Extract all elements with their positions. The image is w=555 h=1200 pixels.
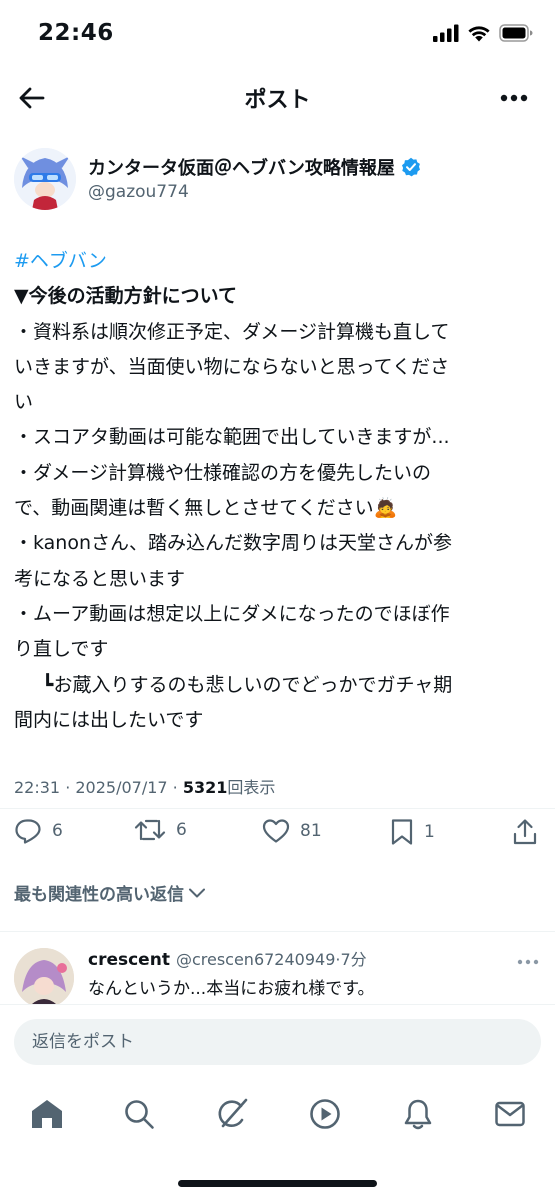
author-name-row: カンタータ仮面＠ヘブバン攻略情報屋 bbox=[88, 154, 421, 180]
bookmark-icon bbox=[391, 819, 413, 845]
nav-bar: ポスト bbox=[0, 70, 555, 126]
notifications-icon bbox=[404, 1099, 432, 1130]
video-icon bbox=[310, 1099, 340, 1129]
reply-sort-dropdown[interactable]: 最も関連性の高い返信 bbox=[14, 880, 206, 905]
reply-header: crescent @crescen67240949 ·7分 bbox=[88, 946, 367, 970]
avatar-image bbox=[14, 148, 76, 210]
post-author: カンタータ仮面＠ヘブバン攻略情報屋 @gazou774 bbox=[14, 148, 541, 212]
post-line: ・ムーア動画は想定以上にダメになったのでほぼ作 bbox=[14, 602, 450, 625]
grok-icon bbox=[218, 1098, 248, 1128]
home-indicator bbox=[178, 1180, 377, 1187]
post-meta: 22:31 · 2025/07/17 · 5321回表示 bbox=[14, 774, 275, 798]
reply-more-button[interactable] bbox=[517, 950, 539, 969]
tab-notifications[interactable] bbox=[398, 1094, 438, 1134]
share-icon bbox=[513, 819, 537, 845]
post-line: で、動画関連は暫く無しとさせてください🙇 bbox=[14, 497, 398, 520]
post-text: #ヘブバン ▼今後の活動方針について ・資料系は順次修正予定、ダメージ計算機も直… bbox=[14, 244, 544, 738]
tab-grok[interactable] bbox=[212, 1094, 252, 1134]
reply-compose-bar: 返信をポスト bbox=[0, 1004, 555, 1076]
reply-count: 6 bbox=[52, 821, 63, 841]
views-count: 5321 bbox=[182, 778, 228, 797]
reply-avatar-image bbox=[14, 948, 74, 1004]
repost-button[interactable]: 6 bbox=[134, 818, 187, 842]
page-title: ポスト bbox=[244, 88, 311, 113]
reply-author-name[interactable]: crescent bbox=[88, 950, 170, 970]
post-line: ・kanonさん、踏み込んだ数字周りは天堂さんが参 bbox=[14, 532, 453, 555]
post-line: ・資料系は順次修正予定、ダメージ計算機も直して bbox=[14, 320, 450, 343]
avatar[interactable] bbox=[14, 148, 76, 210]
reply-time: ·7分 bbox=[335, 950, 367, 969]
tab-video[interactable] bbox=[305, 1094, 345, 1134]
post-timestamp[interactable]: 22:31 · 2025/07/17 · bbox=[14, 778, 183, 797]
post-line: ・スコアタ動画は可能な範囲で出していきますが... bbox=[14, 426, 450, 449]
avatar[interactable] bbox=[14, 948, 74, 1004]
reply-sort-label: 最も関連性の高い返信 bbox=[14, 885, 184, 905]
more-horizontal-icon bbox=[500, 94, 528, 102]
status-bar: 22:46 bbox=[0, 0, 555, 70]
reply-text: なんというか...本当にお疲れ様です。 bbox=[88, 979, 375, 999]
status-time: 22:46 bbox=[38, 20, 114, 46]
post-line: 考になると思います bbox=[14, 567, 186, 590]
bottom-tab-bar bbox=[0, 1076, 555, 1200]
repost-count: 6 bbox=[176, 820, 187, 840]
like-button[interactable]: 81 bbox=[262, 818, 322, 844]
reply-author-handle[interactable]: @crescen67240949 bbox=[176, 950, 335, 969]
post-line: り直しです bbox=[14, 638, 109, 661]
post-actions: 6 6 81 1 bbox=[0, 818, 555, 858]
repost-icon bbox=[134, 819, 166, 841]
post-line: いきますが、当面使い物にならないと思ってくださ bbox=[14, 355, 450, 378]
post-line: い bbox=[14, 391, 34, 414]
like-count: 81 bbox=[300, 821, 322, 841]
post-line: ▼今後の活動方針について bbox=[14, 285, 238, 308]
reply-button[interactable]: 6 bbox=[14, 818, 63, 844]
share-button[interactable] bbox=[512, 818, 538, 846]
home-icon bbox=[32, 1100, 62, 1128]
messages-icon bbox=[495, 1101, 525, 1127]
heart-icon bbox=[262, 819, 290, 843]
chevron-down-icon bbox=[189, 888, 205, 897]
search-icon bbox=[125, 1100, 154, 1129]
tab-search[interactable] bbox=[119, 1094, 159, 1134]
post-line: 間内には出したいです bbox=[14, 708, 204, 731]
reply-item[interactable]: crescent @crescen67240949 ·7分 なんというか...本… bbox=[0, 932, 555, 1004]
bookmark-button[interactable]: 1 bbox=[390, 818, 435, 846]
tab-messages[interactable] bbox=[490, 1094, 530, 1134]
reply-icon bbox=[15, 819, 41, 844]
status-icons bbox=[433, 24, 533, 42]
views-label: 回表示 bbox=[227, 778, 276, 797]
verified-badge-icon bbox=[401, 157, 420, 177]
more-options-button[interactable] bbox=[499, 84, 529, 112]
tab-home[interactable] bbox=[27, 1094, 67, 1134]
battery-icon bbox=[499, 24, 533, 42]
more-horizontal-icon bbox=[517, 959, 539, 965]
divider bbox=[0, 808, 555, 809]
post-line: ・ダメージ計算機や仕様確認の方を優先したいの bbox=[14, 461, 432, 484]
hashtag-link[interactable]: #ヘブバン bbox=[14, 244, 544, 279]
cellular-signal-icon bbox=[433, 24, 459, 42]
author-handle[interactable]: @gazou774 bbox=[88, 182, 189, 202]
bookmark-count: 1 bbox=[424, 822, 435, 842]
wifi-icon bbox=[468, 26, 490, 42]
reply-input[interactable]: 返信をポスト bbox=[14, 1019, 541, 1065]
author-name[interactable]: カンタータ仮面＠ヘブバン攻略情報屋 bbox=[88, 154, 395, 180]
post-line: ┗お蔵入りするのも悲しいのでどっかでガチャ期 bbox=[42, 673, 453, 696]
